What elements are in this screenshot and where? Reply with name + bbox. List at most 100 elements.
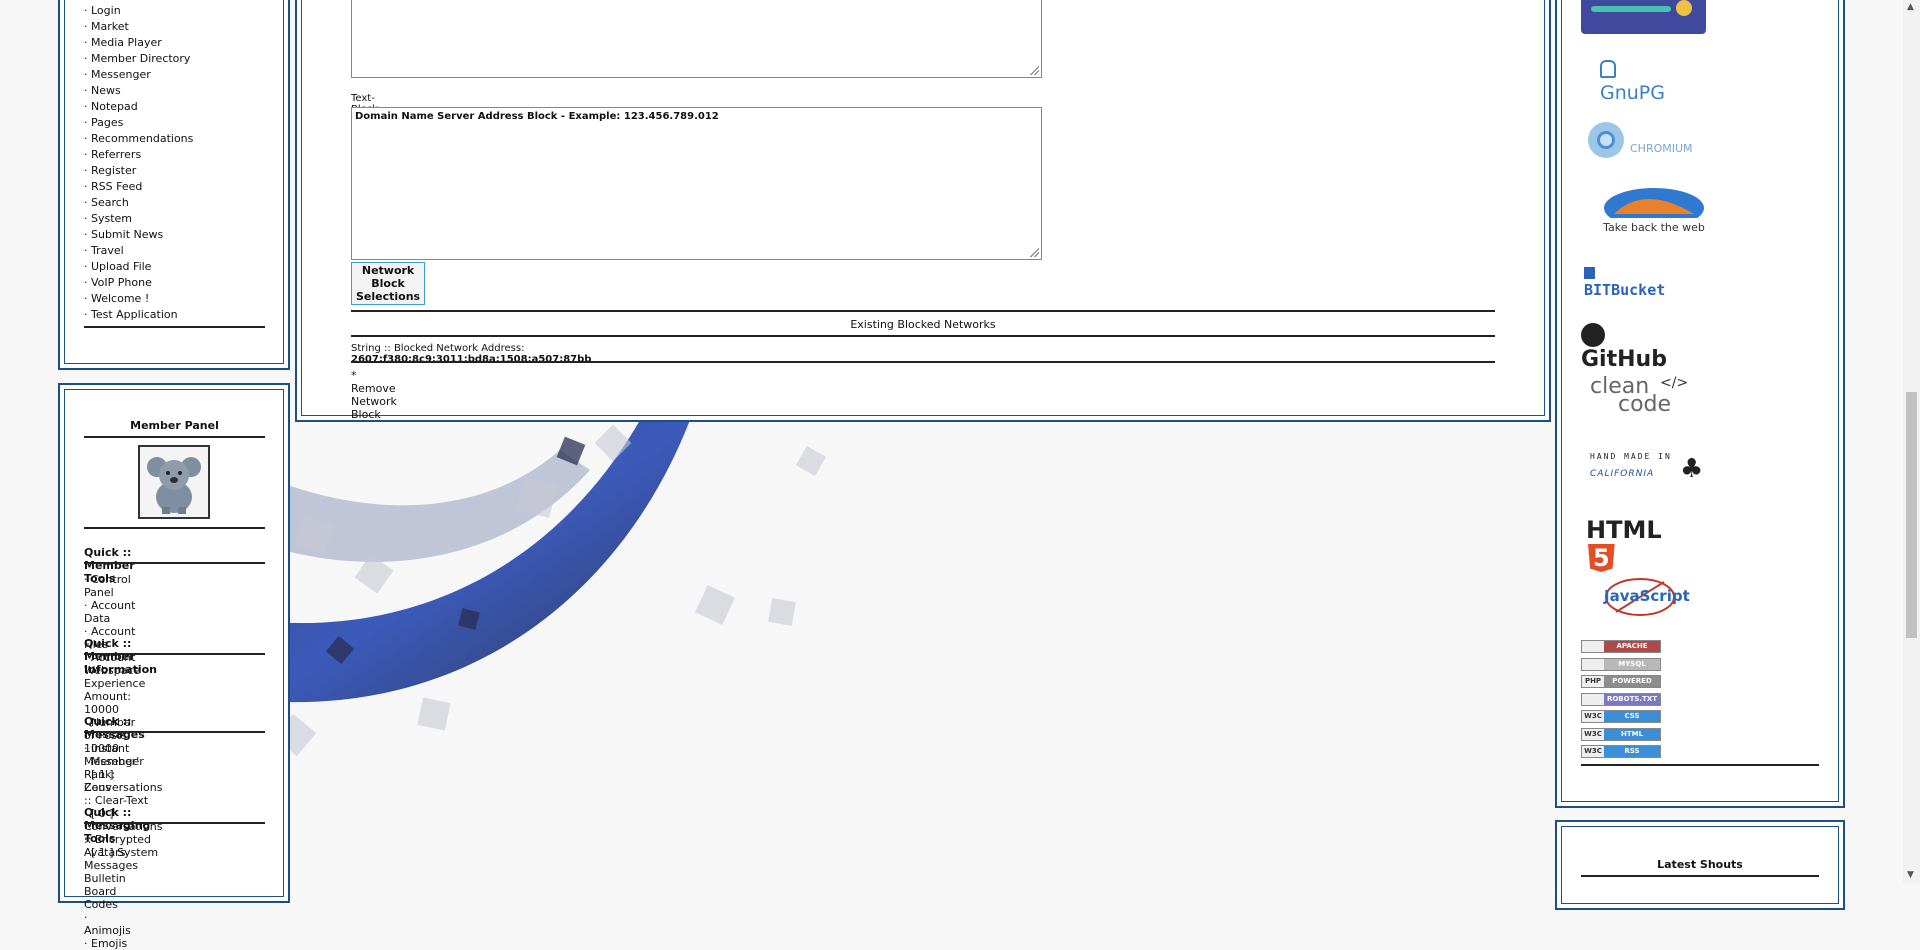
scrollbar-thumb[interactable] (1906, 392, 1917, 638)
badge-left-label (1582, 658, 1604, 670)
dns-textarea-value: Domain Name Server Address Block - Examp… (355, 111, 719, 122)
nav-item-recommendations[interactable]: · Recommendations (84, 131, 193, 147)
github-octocat-icon (1581, 323, 1605, 347)
powered-by-badges: APACHE MYSQL PHP POWERED ROBOTS.TXT W3C CSS W3C… (1581, 640, 1663, 760)
nav-item-system[interactable]: · System (84, 211, 193, 227)
badge-css[interactable]: W3C CSS (1581, 710, 1661, 723)
link-instant-messenger[interactable]: · Instant Messenger (84, 742, 162, 768)
previous-block-textarea[interactable] (351, 0, 1042, 78)
nav-item-pages[interactable]: · Pages (84, 115, 193, 131)
bitbucket-logo[interactable]: BITBucket (1584, 263, 1665, 299)
badge-powered[interactable]: PHP POWERED (1581, 675, 1661, 688)
github-logo[interactable]: GitHub (1581, 322, 1667, 372)
badge-left-label (1582, 641, 1604, 652)
firefox-icon (1604, 188, 1704, 228)
nav-item-travel[interactable]: · Travel (84, 243, 193, 259)
remove-network-block-link[interactable]: * Remove Network Block (351, 369, 397, 421)
nav-item-login[interactable]: · Login (84, 3, 193, 19)
nav-item-register[interactable]: · Register (84, 163, 193, 179)
latest-shouts-title: Latest Shouts (1657, 858, 1743, 871)
page-scrollbar[interactable]: ▲ ▼ (1903, 0, 1920, 884)
top-logo-image[interactable] (1581, 0, 1706, 34)
html5-shield-icon: 5 (1588, 544, 1615, 572)
latest-shouts-divider (1581, 875, 1819, 877)
nav-item-notepad[interactable]: · Notepad (84, 99, 193, 115)
badge-right-label: ROBOTS.TXT (1604, 693, 1660, 705)
member-panel-title: Member Panel (130, 419, 219, 432)
badge-right-label: RSS (1604, 746, 1660, 757)
nav-item-referrers[interactable]: · Referrers (84, 147, 193, 163)
existing-bottom-divider (351, 361, 1495, 363)
badge-right-label: MYSQL (1604, 658, 1660, 670)
member-panel-divider (84, 436, 265, 438)
messaging-tools-divider (84, 822, 265, 824)
koala-avatar-icon (147, 457, 201, 514)
existing-top-divider (351, 310, 1495, 312)
badge-robots-txt[interactable]: ROBOTS.TXT (1581, 692, 1661, 706)
link-control-panel[interactable]: · Control Panel (84, 573, 140, 599)
badges-divider (1581, 764, 1819, 766)
badge-mysql[interactable]: MYSQL (1581, 657, 1661, 671)
badge-right-label: APACHE (1604, 641, 1660, 652)
nav-divider (84, 326, 265, 328)
gnupg-lock-icon (1600, 60, 1616, 78)
html5-logo[interactable]: HTML5 (1586, 516, 1662, 572)
scroll-up-arrow-icon[interactable]: ▲ (1907, 2, 1914, 12)
badge-html[interactable]: W3C HTML (1581, 727, 1661, 741)
nav-item-welcome[interactable]: · Welcome ! (84, 291, 193, 307)
resize-grip-icon[interactable] (1029, 247, 1039, 257)
code-brackets-icon: </> (1660, 375, 1689, 391)
hand-made-california-logo[interactable]: HAND MADE IN CALIFORNIA ♣ (1590, 452, 1703, 484)
blocked-address-label: String :: Blocked Network Address: (351, 343, 525, 354)
nav-item-rss-feed[interactable]: · RSS Feed (84, 179, 193, 195)
dns-textarea[interactable]: Domain Name Server Address Block - Examp… (351, 107, 1042, 260)
nav-item-upload-file[interactable]: · Upload File (84, 259, 193, 275)
tools-divider (84, 562, 265, 564)
badge-rss[interactable]: W3C RSS (1581, 745, 1661, 758)
chromium-logo[interactable]: CHROMIUM (1586, 120, 1693, 163)
javascript-logo[interactable]: JavaScript (1600, 576, 1690, 618)
messaging-tools-list: · Avatars · Bulletin Board Codes · Animo… (84, 833, 131, 950)
badge-right-label: HTML (1604, 728, 1660, 740)
avatar[interactable] (138, 445, 210, 519)
left-nav-list: · Login · Market · Media Player · Member… (84, 3, 193, 323)
link-avatars[interactable]: · Avatars (84, 833, 131, 859)
gnupg-logo[interactable]: GnuPG (1600, 60, 1665, 104)
clean-code-logo[interactable]: clean code </> (1590, 375, 1688, 416)
avatar-divider (84, 527, 265, 529)
nav-item-submit-news[interactable]: · Submit News (84, 227, 193, 243)
badge-left-label: PHP (1582, 676, 1604, 687)
badge-apache[interactable]: APACHE (1581, 640, 1661, 653)
firefox-logo[interactable]: Take back the web (1584, 184, 1724, 234)
badge-left-label: W3C (1582, 728, 1604, 740)
existing-mid-divider (351, 335, 1495, 337)
link-animojis[interactable]: · Animojis (84, 911, 131, 937)
link-account-data[interactable]: · Account Data (84, 599, 140, 625)
quick-messages-title: Quick :: Messages (84, 715, 145, 741)
nav-item-market[interactable]: · Market (84, 19, 193, 35)
chromium-icon (1588, 122, 1624, 158)
nav-item-news[interactable]: · News (84, 83, 193, 99)
bitbucket-icon (1584, 266, 1595, 279)
nav-item-messenger[interactable]: · Messenger (84, 67, 193, 83)
nav-item-media-player[interactable]: · Media Player (84, 35, 193, 51)
nav-item-member-directory[interactable]: · Member Directory (84, 51, 193, 67)
link-emojis[interactable]: · Emojis (84, 937, 131, 950)
blocked-address-value: 2607:f380:8c9:3011:bd8a:1508:a507:87bb (351, 354, 592, 365)
link-clear-text-conversations[interactable]: · [ 1 ] Conversations :: Clear-Text (84, 768, 162, 807)
scroll-down-arrow-icon[interactable]: ▼ (1907, 870, 1914, 880)
resize-grip-icon[interactable] (1029, 65, 1039, 75)
link-bulletin-board-codes[interactable]: · Bulletin Board Codes (84, 859, 131, 911)
palm-tree-icon: ♣ (1680, 454, 1704, 484)
info-experience: · Experience Amount: 10000 (84, 664, 146, 716)
messages-divider (84, 731, 265, 733)
badge-right-label: POWERED (1604, 676, 1660, 687)
badge-left-label: W3C (1582, 746, 1604, 757)
existing-blocked-title: Existing Blocked Networks (850, 318, 996, 331)
network-block-submit-button[interactable]: Network Block Selections (351, 262, 426, 305)
nav-item-voip-phone[interactable]: · VoIP Phone (84, 275, 193, 291)
nav-item-search[interactable]: · Search (84, 195, 193, 211)
nav-item-test-application[interactable]: · Test Application (84, 307, 193, 323)
badge-right-label: CSS (1604, 711, 1660, 722)
info-divider (84, 653, 265, 655)
